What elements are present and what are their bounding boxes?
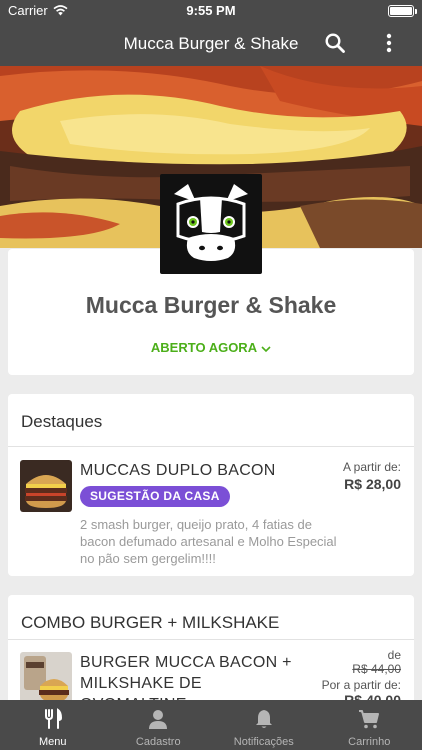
open-status-dropdown[interactable]: ABERTO AGORA xyxy=(8,340,414,355)
battery-icon xyxy=(388,5,417,17)
section-title-combo: COMBO BURGER + MILKSHAKE xyxy=(21,613,280,632)
tab-bar: Menu Cadastro Notificações Carrinho xyxy=(0,700,422,750)
old-price-label: de xyxy=(387,648,401,662)
open-status-label: ABERTO AGORA xyxy=(150,340,258,355)
product-price: R$ 28,00 xyxy=(344,476,401,492)
tab-cadastro[interactable]: Cadastro xyxy=(106,700,212,750)
product-image xyxy=(20,652,72,704)
product-name-line: MILKSHAKE DE xyxy=(80,675,202,692)
status-bar: Carrier 9:55 PM xyxy=(0,0,422,22)
fork-knife-icon xyxy=(44,708,62,729)
tab-label: Cadastro xyxy=(135,736,181,748)
toolbar-title: Mucca Burger & Shake xyxy=(123,34,299,53)
store-name: Mucca Burger & Shake xyxy=(85,292,337,318)
tab-label: Notificações xyxy=(233,736,294,748)
product-description: 2 smash burger, queijo prato, 4 fatias d… xyxy=(80,517,337,566)
more-options-icon[interactable] xyxy=(380,32,398,54)
screen: Carrier 9:55 PM Mucca Burger & Shake Muc… xyxy=(0,0,422,750)
tab-cart[interactable]: Carrinho xyxy=(317,700,422,750)
house-suggestion-badge: SUGESTÃO DA CASA xyxy=(80,486,230,507)
tab-label: Menu xyxy=(38,736,67,748)
store-logo xyxy=(160,174,262,274)
product-name-line: BURGER MUCCA BACON + xyxy=(80,654,292,671)
bell-icon xyxy=(255,710,272,728)
chevron-down-icon xyxy=(261,346,271,353)
product-card[interactable]: MUCCAS DUPLO BACON SUGESTÃO DA CASA 2 sm… xyxy=(8,447,414,575)
search-icon[interactable] xyxy=(324,32,346,54)
product-image xyxy=(20,460,72,512)
cart-icon xyxy=(359,710,380,729)
status-time: 9:55 PM xyxy=(186,3,236,18)
toolbar: Mucca Burger & Shake xyxy=(0,22,422,66)
tab-label: Carrinho xyxy=(348,736,391,748)
highlights-section: Destaques MUCCAS DUPLO BACON SUGESTÃO DA… xyxy=(8,394,414,576)
user-icon xyxy=(149,710,168,729)
tab-notifications[interactable]: Notificações xyxy=(211,700,317,750)
product-name: MUCCAS DUPLO BACON xyxy=(80,462,276,479)
tab-menu[interactable]: Menu xyxy=(0,700,106,750)
old-price: R$ 44,00 xyxy=(352,662,401,676)
app-bar: Carrier 9:55 PM Mucca Burger & Shake xyxy=(0,0,422,66)
price-label: Por a partir de: xyxy=(321,678,401,692)
section-title-highlights: Destaques xyxy=(21,412,103,431)
price-label: A partir de: xyxy=(342,460,401,474)
